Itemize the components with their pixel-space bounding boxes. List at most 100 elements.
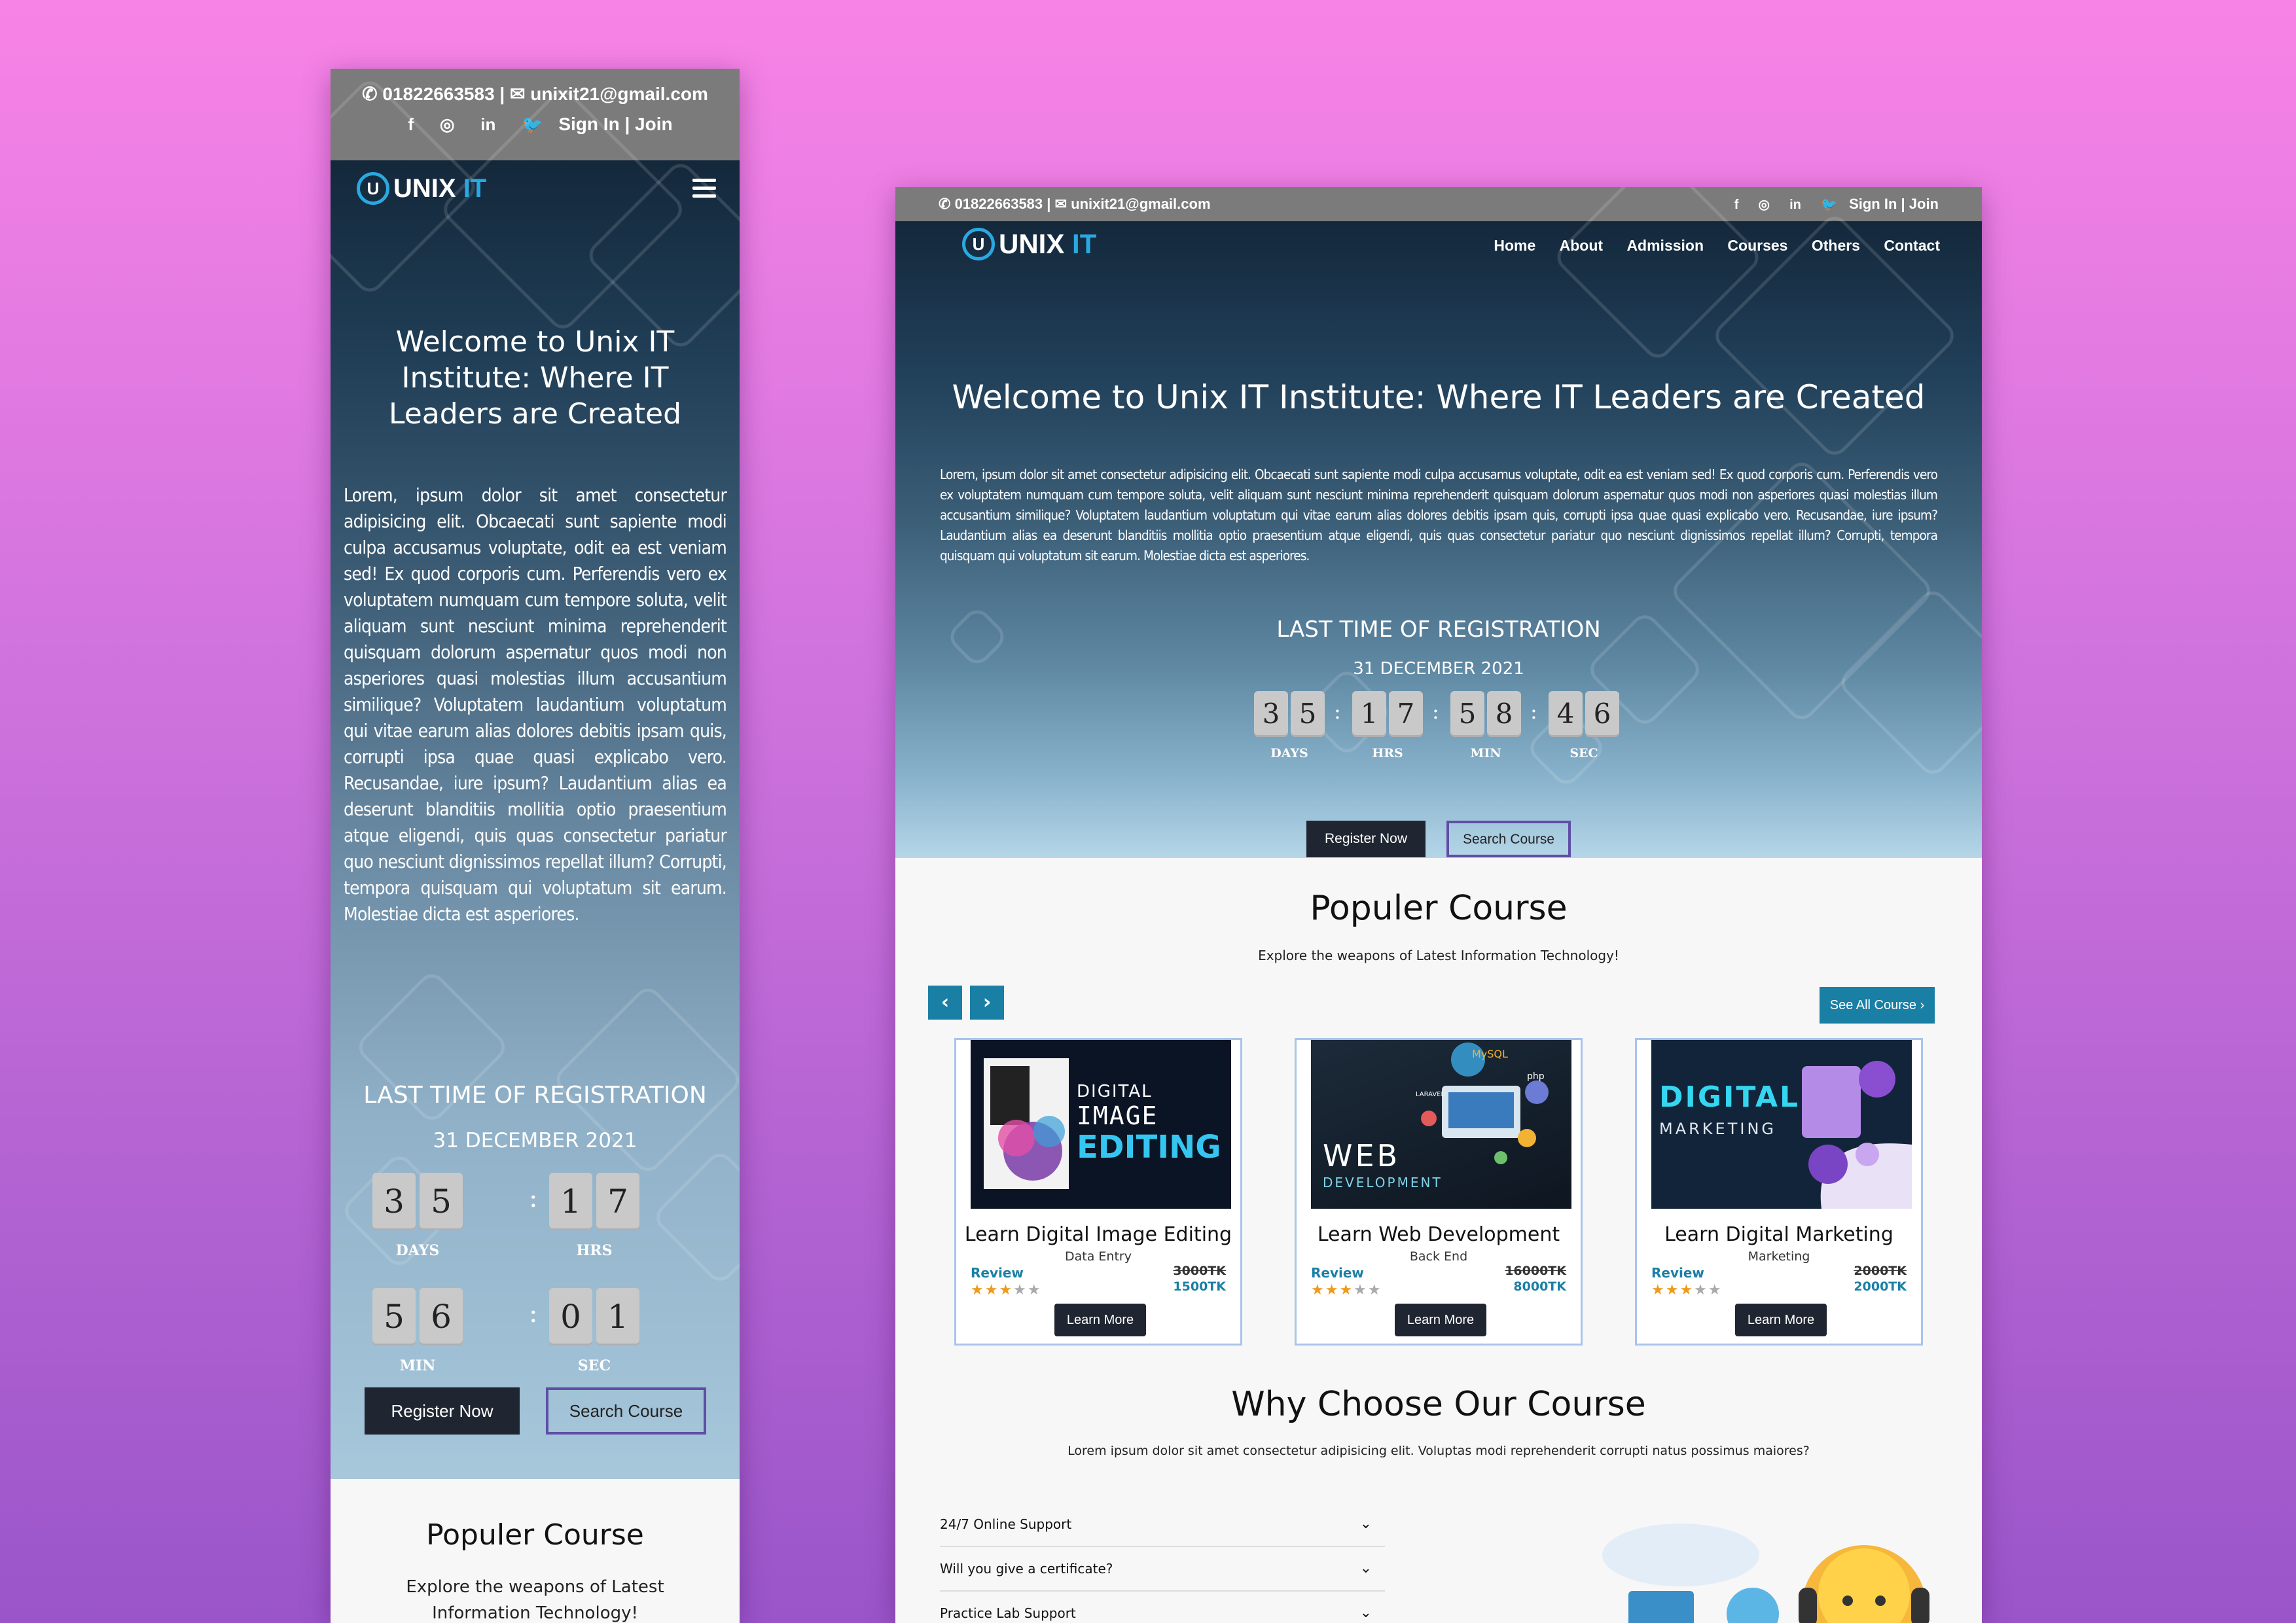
search-course-button[interactable]: Search Course	[546, 1387, 706, 1435]
search-course-button[interactable]: Search Course	[1446, 821, 1571, 857]
countdown-digit: 1	[549, 1173, 592, 1230]
image-text: EDITING	[1077, 1129, 1221, 1166]
popular-course-title: Populer Course	[426, 1518, 644, 1552]
register-now-button[interactable]: Register Now	[1306, 821, 1426, 857]
learn-more-button[interactable]: Learn More	[1395, 1304, 1486, 1336]
image-text: DIGITAL	[1077, 1082, 1153, 1101]
course-image-digital-marketing: DIGITAL MARKETING	[1651, 1040, 1912, 1209]
countdown-label: DAYS	[1270, 746, 1308, 760]
registration-title: LAST TIME OF REGISTRATION	[363, 1082, 707, 1109]
carousel-next-button[interactable]: ›	[970, 986, 1004, 1020]
course-title[interactable]: Learn Web Development	[1297, 1223, 1581, 1246]
image-text: IMAGE	[1077, 1101, 1158, 1130]
rating-stars: ★★★★★	[1651, 1282, 1723, 1298]
popular-course-subtitle: Explore the weapons of Latest Informatio…	[1258, 948, 1619, 963]
nav-contact[interactable]: Contact	[1884, 237, 1940, 254]
countdown-label: HRS	[576, 1242, 613, 1259]
countdown-digit: 5	[1291, 691, 1325, 737]
facebook-icon[interactable]: f	[1734, 198, 1739, 213]
popular-course-title: Populer Course	[1310, 889, 1568, 928]
nav-home[interactable]: Home	[1494, 237, 1535, 254]
course-title[interactable]: Learn Digital Image Editing	[956, 1223, 1240, 1246]
countdown-digit: 1	[1352, 691, 1386, 737]
nav-admission[interactable]: Admission	[1626, 237, 1704, 254]
countdown-digit: 0	[549, 1288, 592, 1346]
countdown-colon: :	[1530, 699, 1537, 724]
register-now-button[interactable]: Register Now	[365, 1387, 520, 1435]
learn-more-button[interactable]: Learn More	[1735, 1304, 1827, 1336]
desktop-contact-bar: ✆ 01822663583 | ✉ unixit21@gmail.com f ◎…	[895, 187, 1982, 221]
hero-paragraph: Lorem, ipsum dolor sit amet consectetur …	[344, 484, 727, 925]
main-nav: Home About Admission Courses Others Cont…	[1474, 237, 1940, 255]
countdown-digit: 3	[372, 1173, 416, 1230]
image-text: WEB	[1323, 1138, 1401, 1173]
mobile-hero: U UNIX IT Welcome to Unix IT Institute: …	[331, 75, 740, 1479]
nav-others[interactable]: Others	[1812, 237, 1860, 254]
registration-title: LAST TIME OF REGISTRATION	[1276, 616, 1601, 643]
sign-in-join-link[interactable]: Sign In | Join	[1849, 196, 1939, 212]
contact-separator: |	[1047, 196, 1051, 212]
support-illustration	[1602, 1524, 1929, 1623]
faq-item[interactable]: Practice Lab Support ⌄	[940, 1592, 1385, 1623]
why-choose-title: Why Choose Our Course	[1231, 1385, 1646, 1424]
countdown-hours: 17 HRS	[1351, 691, 1424, 760]
countdown-label: SEC	[1570, 746, 1598, 760]
new-price: 8000TK	[1513, 1279, 1566, 1294]
instagram-icon[interactable]: ◎	[1759, 196, 1770, 213]
countdown-minutes: 58 MIN	[1449, 691, 1522, 760]
mobile-logo[interactable]: U UNIX IT	[357, 172, 486, 205]
course-title[interactable]: Learn Digital Marketing	[1637, 1223, 1921, 1246]
old-price: 16000TK	[1505, 1264, 1566, 1278]
hamburger-menu-icon[interactable]	[692, 179, 716, 202]
faq-question: Will you give a certificate?	[940, 1561, 1113, 1577]
countdown-seconds: 46 SEC	[1547, 691, 1621, 760]
desktop-hero: U UNIX IT Home About Admission Courses O…	[895, 187, 1982, 858]
review-label: Review	[971, 1265, 1024, 1281]
nav-about[interactable]: About	[1560, 237, 1603, 254]
countdown-digit: 1	[596, 1288, 639, 1346]
chevron-down-icon: ⌄	[1359, 1516, 1372, 1532]
image-text: DEVELOPMENT	[1323, 1175, 1443, 1190]
bg-shape	[650, 1147, 740, 1287]
faq-item[interactable]: 24/7 Online Support ⌄	[940, 1503, 1385, 1547]
countdown-colon: :	[529, 1183, 538, 1213]
popular-course-subtitle: Explore the weapons of Latest Informatio…	[406, 1577, 664, 1623]
learn-more-button[interactable]: Learn More	[1054, 1304, 1146, 1336]
phone-number[interactable]: 01822663583	[955, 196, 1043, 212]
hero-paragraph: Lorem, ipsum dolor sit amet consectetur …	[940, 467, 1938, 563]
email-address[interactable]: unixit21@gmail.com	[1071, 196, 1210, 212]
faq-item[interactable]: Will you give a certificate? ⌄	[940, 1547, 1385, 1592]
rating-stars: ★★★★★	[971, 1282, 1042, 1298]
countdown-days: 35 DAYS	[1253, 691, 1326, 760]
image-text: php	[1527, 1071, 1545, 1082]
rating-stars: ★★★★★	[1311, 1282, 1382, 1298]
chevron-down-icon: ⌄	[1359, 1560, 1372, 1577]
course-card[interactable]: DIGITAL MARKETING Learn Digital Marketin…	[1635, 1038, 1923, 1346]
countdown-minutes: 56 MIN	[370, 1288, 465, 1374]
course-card[interactable]: DIGITAL IMAGE EDITING Learn Digital Imag…	[954, 1038, 1242, 1346]
why-choose-subtitle: Lorem ipsum dolor sit amet consectetur a…	[1067, 1444, 1810, 1458]
countdown-digit: 7	[596, 1173, 639, 1230]
see-all-course-button[interactable]: See All Course ›	[1820, 987, 1935, 1024]
countdown-label: DAYS	[395, 1242, 440, 1259]
countdown-digit: 5	[420, 1173, 463, 1230]
logo-text: UNIX IT	[999, 228, 1097, 259]
instagram-icon[interactable]: ◎	[440, 115, 455, 135]
desktop-logo[interactable]: U UNIX IT	[962, 228, 1096, 260]
linkedin-icon[interactable]: in	[1789, 198, 1801, 213]
course-card[interactable]: MySQL php LARAVEL WEB DEVELOPMENT Learn …	[1295, 1038, 1583, 1346]
image-text: MARKETING	[1659, 1120, 1776, 1138]
logo-text: UNIX IT	[393, 173, 487, 203]
course-image-web-development: MySQL php LARAVEL WEB DEVELOPMENT	[1311, 1040, 1571, 1209]
mail-icon: ✉	[1054, 196, 1067, 212]
phone-number[interactable]: 01822663583	[382, 84, 494, 104]
countdown-digit: 7	[1389, 691, 1423, 737]
course-category: Marketing	[1748, 1249, 1810, 1264]
countdown-colon: :	[529, 1298, 538, 1329]
linkedin-icon[interactable]: in	[480, 115, 495, 135]
carousel-prev-button[interactable]: ‹	[928, 986, 962, 1020]
logo-mark: U	[962, 228, 995, 260]
phone-icon: ✆	[939, 196, 951, 212]
nav-courses[interactable]: Courses	[1727, 237, 1787, 254]
twitter-icon[interactable]: 🐦	[1821, 196, 1837, 213]
